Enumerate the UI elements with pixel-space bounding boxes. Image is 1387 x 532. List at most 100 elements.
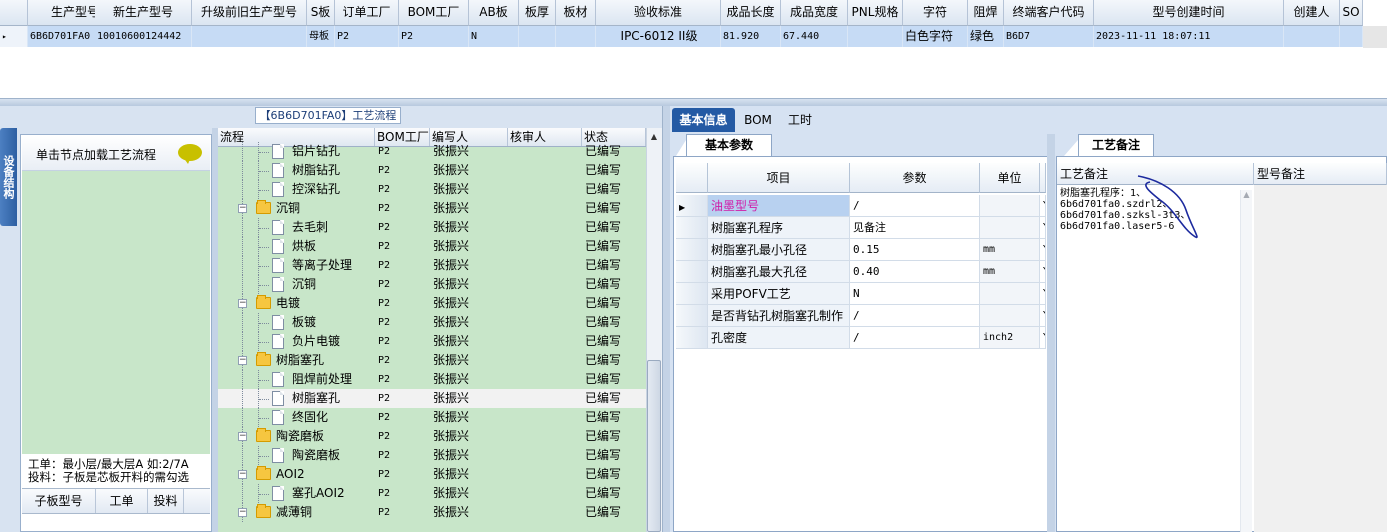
param-value[interactable]: / [850,195,980,217]
grid-cell-8[interactable] [556,26,596,47]
col-feed[interactable]: 投料 [148,489,184,513]
param-col-value[interactable]: 参数 [850,163,980,193]
collapse-icon[interactable]: − [238,432,247,441]
param-row[interactable]: 树脂塞孔最小孔径0.15mmY [676,239,1046,261]
param-value[interactable]: 0.15 [850,239,980,261]
grid-header-13[interactable]: 字符 [903,0,968,26]
param-row[interactable]: 树脂塞孔最大孔径0.40mmY [676,261,1046,283]
scroll-thumb[interactable] [647,360,661,532]
tree-row[interactable]: 负片电镀 P2 张振兴 已编写 [218,332,646,351]
grid-corner[interactable] [0,0,28,26]
node-tree-area[interactable] [22,171,210,454]
tree-row[interactable]: 去毛刺 P2 张振兴 已编写 [218,218,646,237]
tab-work-hours[interactable]: 工时 [780,108,820,132]
grid-cell-16[interactable]: 2023-11-11 18:07:11 [1094,26,1284,47]
grid-header-2[interactable]: 升级前旧生产型号 [192,0,307,26]
param-row[interactable]: ▶油墨型号/ Y [676,195,1046,217]
tree-row[interactable]: − AOI2 P2 张振兴 已编写 [218,465,646,484]
tree-row[interactable]: 烘板 P2 张振兴 已编写 [218,237,646,256]
grid-header-4[interactable]: 订单工厂 [335,0,399,26]
grid-header-12[interactable]: PNL规格 [848,0,903,26]
grid-cell-6[interactable]: N [469,26,519,47]
tree-row[interactable]: − 电镀 P2 张振兴 已编写 [218,294,646,313]
grid-header-3[interactable]: S板 [307,0,335,26]
param-col-unit[interactable]: 单位 [980,163,1040,193]
grid-cell-12[interactable] [848,26,903,47]
tree-row[interactable]: 铝片钻孔 P2 张振兴 已编写 [218,142,646,161]
tab-bom[interactable]: BOM [740,108,776,132]
tree-node-name: 树脂塞孔 [276,353,325,367]
grid-header-18[interactable]: SO [1340,0,1363,26]
grid-cell-15[interactable]: B6D7 [1004,26,1094,47]
param-value[interactable]: / [850,327,980,349]
grid-cell-10[interactable]: 81.920 [721,26,781,47]
grid-cell-2[interactable] [192,26,307,47]
tree-row[interactable]: − 树脂塞孔 P2 张振兴 已编写 [218,351,646,370]
grid-header-15[interactable]: 终端客户代码 [1004,0,1094,26]
tree-row[interactable]: 塞孔AOI2 P2 张振兴 已编写 [218,484,646,503]
tree-row[interactable]: 陶瓷磨板 P2 张振兴 已编写 [218,446,646,465]
grid-header-8[interactable]: 板材 [556,0,596,26]
horizontal-splitter[interactable] [0,98,1387,106]
collapse-icon[interactable]: − [238,299,247,308]
collapse-icon[interactable]: − [238,508,247,517]
grid-header-14[interactable]: 阻焊 [968,0,1004,26]
param-row[interactable]: 是否背钻孔树脂塞孔制作/ Y [676,305,1046,327]
tree-row[interactable]: 板镀 P2 张振兴 已编写 [218,313,646,332]
col-work-order[interactable]: 工单 [96,489,148,513]
grid-header-17[interactable]: 创建人 [1284,0,1340,26]
tree-row[interactable]: 沉铜 P2 张振兴 已编写 [218,275,646,294]
collapse-icon[interactable]: − [238,356,247,365]
tree-row[interactable]: 树脂钻孔 P2 张振兴 已编写 [218,161,646,180]
grid-header-5[interactable]: BOM工厂 [399,0,469,26]
param-row[interactable]: 孔密度/inch2Y [676,327,1046,349]
tree-row[interactable]: 阻焊前处理 P2 张振兴 已编写 [218,370,646,389]
grid-cell-18[interactable] [1340,26,1363,47]
param-value[interactable]: / [850,305,980,327]
param-row[interactable]: 采用POFV工艺N Y [676,283,1046,305]
param-col-item[interactable]: 项目 [708,163,850,193]
scroll-up-arrow-icon[interactable]: ▲ [647,130,661,144]
grid-header-10[interactable]: 成品长度 [721,0,781,26]
grid-cell-13[interactable]: 白色字符 [903,26,968,47]
param-row[interactable]: 树脂塞孔程序见备注 Y [676,217,1046,239]
tab-basic-params[interactable]: 基本参数 [686,134,772,156]
grid-header-9[interactable]: 验收标准 [596,0,721,26]
tree-row[interactable]: − 减薄铜 P2 张振兴 已编写 [218,503,646,522]
collapse-icon[interactable]: − [238,204,247,213]
vertical-tab-equipment[interactable]: 设备结构 [0,128,17,226]
collapse-icon[interactable]: − [238,470,247,479]
grid-header-1[interactable]: 新生产型号 [95,0,192,26]
grid-cell-14[interactable]: 绿色 [968,26,1004,47]
tree-row[interactable]: − 陶瓷磨板 P2 张振兴 已编写 [218,427,646,446]
grid-cell-7[interactable] [519,26,556,47]
grid-cell-4[interactable]: P2 [335,26,399,47]
tree-row[interactable]: − 沉铜 P2 张振兴 已编写 [218,199,646,218]
grid-header-16[interactable]: 型号创建时间 [1094,0,1284,26]
grid-cell-11[interactable]: 67.440 [781,26,848,47]
param-value[interactable]: 见备注 [850,217,980,239]
grid-row-marker[interactable]: ▸ [0,26,28,47]
middle-splitter[interactable] [662,106,670,532]
tab-process-note[interactable]: 工艺备注 [1078,134,1154,156]
grid-cell-17[interactable] [1284,26,1340,47]
param-value[interactable]: N [850,283,980,305]
grid-cell-3[interactable]: 母板 [307,26,335,47]
note-scrollbar[interactable]: ▲ [1240,190,1252,532]
grid-header-6[interactable]: AB板 [469,0,519,26]
tree-row[interactable]: 控深钻孔 P2 张振兴 已编写 [218,180,646,199]
tab-basic-info[interactable]: 基本信息 [672,108,735,132]
model-note-area[interactable] [1254,185,1387,532]
grid-cell-1[interactable]: 10010600124442 [95,26,192,47]
tree-row[interactable]: 树脂塞孔 P2 张振兴 已编写 [218,389,646,408]
col-sub-board-model[interactable]: 子板型号 [22,489,96,513]
param-value[interactable]: 0.40 [850,261,980,283]
col-model-note[interactable]: 型号备注 [1254,163,1387,185]
grid-header-11[interactable]: 成品宽度 [781,0,848,26]
grid-cell-5[interactable]: P2 [399,26,469,47]
tree-row[interactable]: 等离子处理 P2 张振兴 已编写 [218,256,646,275]
tree-row[interactable]: 终固化 P2 张振兴 已编写 [218,408,646,427]
right-splitter[interactable] [1047,134,1055,532]
grid-cell-9[interactable]: IPC-6012 II级 [596,26,721,47]
grid-header-7[interactable]: 板厚 [519,0,556,26]
